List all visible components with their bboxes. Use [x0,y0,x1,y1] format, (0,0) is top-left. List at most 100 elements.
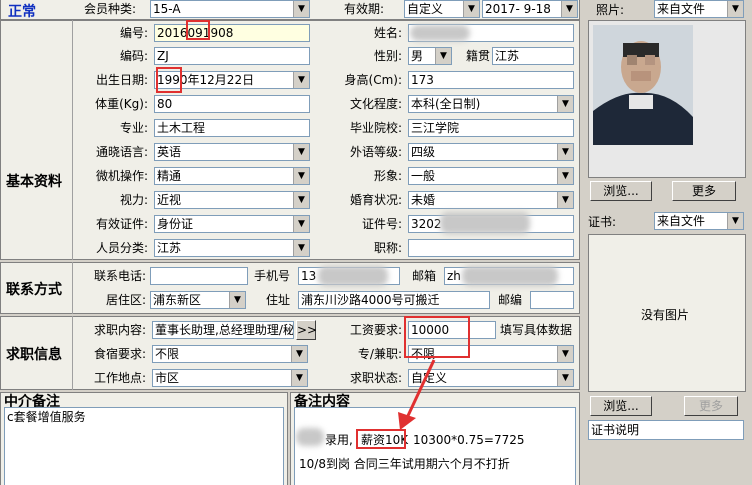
postcode-label: 邮编 [498,293,523,307]
member-type-label: 会员种类: [84,2,137,16]
location-select[interactable]: 市区 ▼ [152,369,308,387]
district-select[interactable]: 浦东新区 ▼ [150,291,246,309]
chevron-down-icon: ▼ [727,1,743,17]
job-title: 求职信息 [6,347,62,363]
chevron-down-icon: ▼ [557,370,573,386]
photo-more-button[interactable]: 更多 [672,181,736,201]
number-input[interactable]: 2016091908 [154,24,310,42]
id-type-label: 有效证件: [95,217,148,231]
salary-label: 工资要求: [349,323,402,337]
code-label: 编码: [119,49,148,63]
chevron-down-icon: ▼ [291,370,307,386]
chevron-down-icon: ▼ [435,48,451,64]
computer-skill-label: 微机操作: [95,169,148,183]
valid-type-select[interactable]: 自定义 ▼ [404,0,480,18]
district-label: 居住区: [105,293,146,307]
mobile-label: 手机号 [254,269,291,283]
code-input[interactable]: ZJ [154,47,310,65]
chevron-down-icon: ▼ [293,240,309,256]
photo-source-select[interactable]: 来自文件 ▼ [654,0,744,18]
redacted-blur [318,266,388,286]
divider [72,262,73,314]
photo-browse-button[interactable]: 浏览... [590,181,652,201]
member-type-select[interactable]: 15-A ▼ [150,0,310,18]
cert-more-button[interactable]: 更多 [684,396,738,416]
chevron-down-icon: ▼ [293,216,309,232]
photo-label: 照片: [596,3,625,17]
divider [72,316,73,390]
category-label: 人员分类: [95,241,148,255]
remarks-calc: 10300*0.75=7725 [413,433,525,447]
chevron-down-icon: ▼ [561,1,577,17]
cert-desc-input[interactable]: 证书说明 [588,420,744,440]
weight-input[interactable]: 80 [154,95,310,113]
number-label: 编号: [119,26,148,40]
address-input[interactable]: 浦东川沙路4000号可搬迁 [298,291,490,309]
height-label: 身高(Cm): [344,73,402,87]
remarks-salary: 薪资10K [361,433,409,447]
category-select[interactable]: 江苏 ▼ [154,239,310,257]
salary-input[interactable]: 10000 [408,321,496,339]
language-label: 通晓语言: [95,145,148,159]
height-input[interactable]: 173 [408,71,574,89]
cert-browse-button[interactable]: 浏览... [590,396,652,416]
chevron-down-icon: ▼ [293,144,309,160]
board-label: 食宿要求: [93,347,146,361]
remarks-prefix: 录用, [325,433,353,447]
birth-label: 出生日期: [95,73,148,87]
chevron-down-icon: ▼ [293,168,309,184]
vision-select[interactable]: 近视 ▼ [154,191,310,209]
agency-textarea[interactable]: c套餐增值服务 [4,407,284,485]
school-input[interactable]: 三江学院 [408,119,574,137]
agency-text: c套餐增值服务 [7,410,86,424]
weight-label: 体重(Kg): [95,97,148,111]
annotation-arrow-icon [398,359,436,430]
chevron-down-icon: ▼ [557,346,573,362]
profile-photo [589,21,745,177]
divider [72,20,73,260]
wanted-input[interactable]: 董事长助理,总经理助理/秘 [152,321,294,339]
marital-select[interactable]: 未婚 ▼ [408,191,574,209]
name-label: 姓名: [373,26,402,40]
chevron-down-icon: ▼ [557,168,573,184]
major-input[interactable]: 土木工程 [154,119,310,137]
marital-label: 婚育状况: [349,193,402,207]
education-select[interactable]: 本科(全日制) ▼ [408,95,574,113]
native-input[interactable]: 江苏 [492,47,574,65]
phone-label: 联系电话: [93,269,146,283]
gender-select[interactable]: 男 ▼ [408,47,452,65]
appearance-label: 形象: [373,169,402,183]
language-select[interactable]: 英语 ▼ [154,143,310,161]
birth-date-picker[interactable]: 1990年12月22日 ▼ [154,71,310,89]
chevron-down-icon: ▼ [463,1,479,17]
redacted-blur [462,266,558,286]
chevron-down-icon: ▼ [293,1,309,17]
cert-no-image-text: 没有图片 [641,308,690,322]
valid-date-picker[interactable]: 2017- 9-18 ▼ [482,0,578,18]
job-title-input[interactable] [408,239,574,257]
cert-source-select[interactable]: 来自文件 ▼ [654,212,744,230]
phone-input[interactable] [150,267,248,285]
computer-skill-select[interactable]: 精通 ▼ [154,167,310,185]
id-type-select[interactable]: 身份证 ▼ [154,215,310,233]
postcode-input[interactable] [530,291,574,309]
education-label: 文化程度: [349,97,402,111]
native-label: 籍贯 [466,49,491,63]
school-label: 毕业院校: [349,121,402,135]
job-title-label: 职称: [373,241,402,255]
board-select[interactable]: 不限 ▼ [152,345,308,363]
wanted-more-button[interactable]: >> [296,320,317,340]
major-label: 专业: [119,121,148,135]
foreign-level-select[interactable]: 四级 ▼ [408,143,574,161]
redacted-blur [440,212,530,234]
chevron-down-icon: ▼ [557,192,573,208]
gender-label: 性别: [373,49,402,63]
chevron-down-icon: ▼ [557,144,573,160]
chevron-down-icon: ▼ [291,346,307,362]
foreign-level-label: 外语等级: [349,145,402,159]
cert-label: 证书: [588,215,617,229]
basic-info-title: 基本资料 [6,174,62,190]
appearance-select[interactable]: 一般 ▼ [408,167,574,185]
chevron-down-icon: ▼ [293,72,309,88]
cert-image-frame: 没有图片 [588,234,746,392]
